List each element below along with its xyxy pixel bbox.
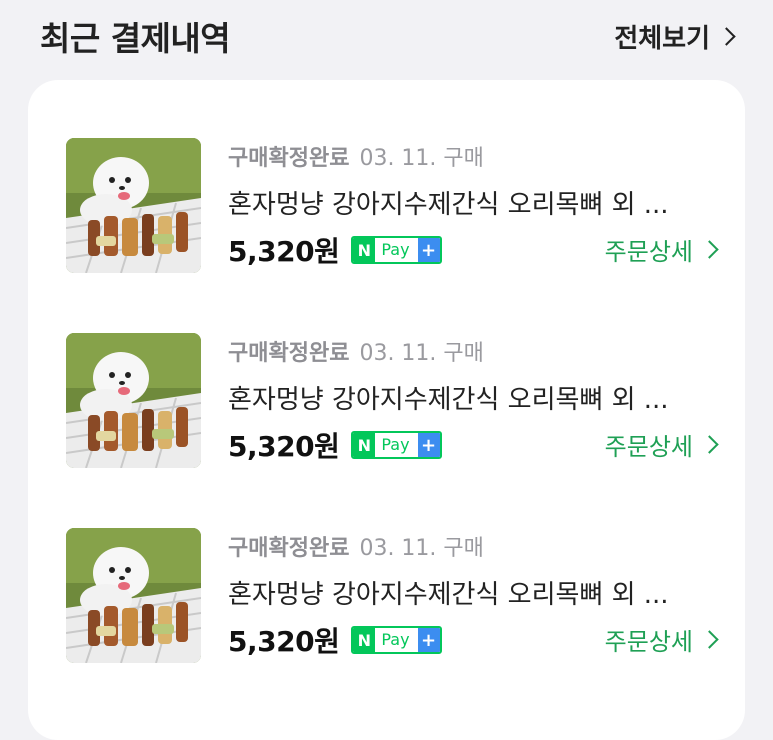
product-thumbnail[interactable] bbox=[66, 138, 201, 273]
npay-label: Pay bbox=[375, 238, 418, 262]
order-detail-label: 주문상세 bbox=[604, 433, 693, 461]
order-status: 구매확정완료 bbox=[228, 341, 350, 366]
order-item: 구매확정완료 03. 11. 구매 혼자멍냥 강아지수제간식 오리목뼈 외 ...… bbox=[66, 333, 719, 468]
chevron-right-icon bbox=[700, 630, 719, 649]
order-detail-link[interactable]: 주문상세 bbox=[604, 427, 719, 462]
npay-plus-icon: + bbox=[417, 238, 440, 262]
order-detail-link[interactable]: 주문상세 bbox=[604, 232, 719, 267]
order-price: 5,320원 bbox=[228, 625, 340, 658]
order-info: 구매확정완료 03. 11. 구매 혼자멍냥 강아지수제간식 오리목뼈 외 ...… bbox=[228, 333, 719, 468]
npay-plus-icon: + bbox=[417, 433, 440, 457]
npay-plus-icon: + bbox=[417, 628, 440, 652]
product-thumbnail[interactable] bbox=[66, 333, 201, 468]
order-status: 구매확정완료 bbox=[228, 536, 350, 561]
order-detail-link[interactable]: 주문상세 bbox=[604, 622, 719, 657]
order-status-line: 구매확정완료 03. 11. 구매 bbox=[228, 530, 484, 562]
chevron-right-icon bbox=[700, 435, 719, 454]
npay-logo-n: N bbox=[353, 433, 376, 457]
view-all-label: 전체보기 bbox=[614, 24, 710, 54]
dog-treats-photo bbox=[66, 333, 201, 468]
order-info: 구매확정완료 03. 11. 구매 혼자멍냥 강아지수제간식 오리목뼈 외 ...… bbox=[228, 138, 719, 273]
product-name[interactable]: 혼자멍냥 강아지수제간식 오리목뼈 외 ... bbox=[228, 379, 716, 416]
order-status-line: 구매확정완료 03. 11. 구매 bbox=[228, 335, 484, 367]
product-name[interactable]: 혼자멍냥 강아지수제간식 오리목뼈 외 ... bbox=[228, 184, 716, 221]
npay-label: Pay bbox=[375, 628, 418, 652]
chevron-right-icon bbox=[700, 240, 719, 259]
product-name[interactable]: 혼자멍냥 강아지수제간식 오리목뼈 외 ... bbox=[228, 574, 716, 611]
order-status-line: 구매확정완료 03. 11. 구매 bbox=[228, 140, 484, 172]
chevron-right-icon bbox=[717, 27, 736, 46]
order-date: 03. 11. 구매 bbox=[359, 341, 484, 366]
order-detail-label: 주문상세 bbox=[604, 238, 693, 266]
order-date: 03. 11. 구매 bbox=[359, 536, 484, 561]
recent-payments-card: 구매확정완료 03. 11. 구매 혼자멍냥 강아지수제간식 오리목뼈 외 ...… bbox=[28, 80, 745, 740]
order-detail-label: 주문상세 bbox=[604, 628, 693, 656]
dog-treats-photo bbox=[66, 528, 201, 663]
price-row: 5,320원 N Pay + bbox=[228, 620, 442, 660]
section-header: 최근 결제내역 전체보기 bbox=[40, 0, 736, 80]
order-date: 03. 11. 구매 bbox=[359, 146, 484, 171]
product-thumbnail[interactable] bbox=[66, 528, 201, 663]
npay-badge: N Pay + bbox=[351, 236, 442, 264]
npay-logo-n: N bbox=[353, 238, 376, 262]
price-row: 5,320원 N Pay + bbox=[228, 230, 442, 270]
order-price: 5,320원 bbox=[228, 235, 340, 268]
order-item: 구매확정완료 03. 11. 구매 혼자멍냥 강아지수제간식 오리목뼈 외 ...… bbox=[66, 528, 719, 663]
npay-badge: N Pay + bbox=[351, 626, 442, 654]
view-all-button[interactable]: 전체보기 bbox=[614, 18, 736, 55]
order-info: 구매확정완료 03. 11. 구매 혼자멍냥 강아지수제간식 오리목뼈 외 ...… bbox=[228, 528, 719, 663]
npay-logo-n: N bbox=[353, 628, 376, 652]
npay-label: Pay bbox=[375, 433, 418, 457]
order-status: 구매확정완료 bbox=[228, 146, 350, 171]
page-title: 최근 결제내역 bbox=[40, 19, 231, 58]
order-item: 구매확정완료 03. 11. 구매 혼자멍냥 강아지수제간식 오리목뼈 외 ...… bbox=[66, 138, 719, 273]
order-price: 5,320원 bbox=[228, 430, 340, 463]
dog-treats-photo bbox=[66, 138, 201, 273]
price-row: 5,320원 N Pay + bbox=[228, 425, 442, 465]
npay-badge: N Pay + bbox=[351, 431, 442, 459]
